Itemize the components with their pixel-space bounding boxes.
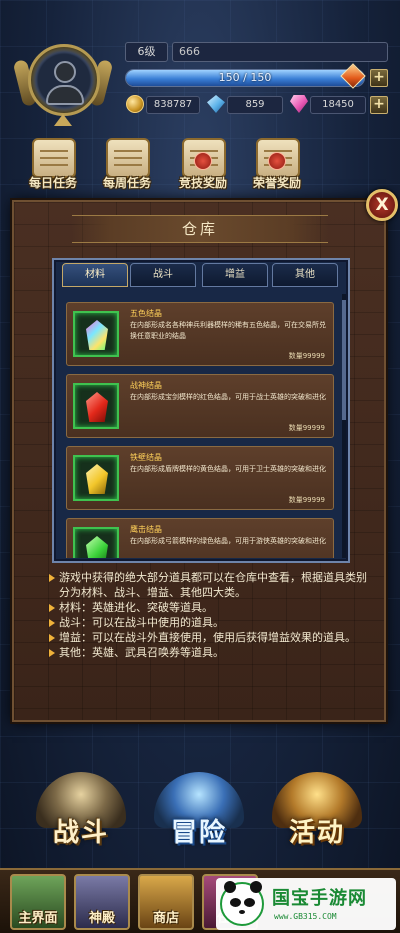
item-desc: 在内部形成盾牌模样的黄色结晶，可用于卫士英雄的突破和进化 bbox=[130, 465, 326, 473]
item-desc: 在内部形成名各种神兵利器模样的稀有五色结晶，可在交易所兑换任意职业的结晶 bbox=[130, 321, 326, 340]
crystal-count: 859 bbox=[227, 96, 283, 114]
coin-icon bbox=[126, 95, 144, 113]
bullet-icon bbox=[49, 634, 55, 642]
info-line: 战斗：可以在战斗中使用的道具。 bbox=[49, 615, 367, 630]
multi-gem-icon bbox=[86, 320, 108, 350]
add-diamond-button[interactable]: + bbox=[370, 96, 388, 114]
exp-text: 150 / 150 bbox=[218, 71, 272, 84]
panda-eye-icon bbox=[230, 898, 241, 907]
bullet-icon bbox=[49, 604, 55, 612]
player-level: 6级 bbox=[125, 42, 168, 62]
add-exp-button[interactable]: + bbox=[370, 69, 388, 87]
honor-reward-button[interactable]: 荣誉奖励 bbox=[244, 136, 310, 196]
seal-icon bbox=[194, 152, 212, 170]
avatar-ring bbox=[28, 44, 100, 116]
panda-ear-icon bbox=[250, 881, 262, 893]
item-list[interactable]: 五色结晶 在内部形成名各种神兵利器模样的稀有五色结晶，可在交易所兑换任意职业的结… bbox=[60, 294, 338, 558]
task-label: 竞技奖励 bbox=[178, 176, 227, 190]
site-watermark: 国宝手游网 www.GB315.COM bbox=[216, 878, 396, 930]
events-button[interactable]: 活动 bbox=[264, 772, 370, 856]
avatar-body-icon bbox=[46, 85, 84, 105]
diamond-count: 18450 bbox=[310, 96, 366, 114]
tab-materials[interactable]: 材料 bbox=[62, 263, 128, 287]
coin-count: 838787 bbox=[146, 96, 200, 114]
list-item[interactable]: 铁壁结晶 在内部形成盾牌模样的黄色结晶，可用于卫士英雄的突破和进化 数量9999… bbox=[66, 446, 334, 510]
battle-button[interactable]: 战斗 bbox=[28, 772, 134, 856]
info-text: 游戏中获得的绝大部分道具都可以在仓库中查看，根据道具类别分为材料、战斗、增益、其… bbox=[49, 570, 367, 660]
item-name: 铁壁结晶 bbox=[130, 453, 162, 462]
yellow-gem-icon bbox=[86, 464, 108, 494]
nav-shop[interactable]: 商店 bbox=[138, 874, 194, 930]
item-qty: 数量99999 bbox=[288, 352, 325, 360]
nav-label: 商店 bbox=[152, 911, 179, 926]
player-avatar[interactable] bbox=[8, 38, 116, 128]
battle-label: 战斗 bbox=[52, 818, 109, 848]
item-icon-frame bbox=[73, 527, 119, 558]
item-icon-frame bbox=[73, 383, 119, 429]
task-label: 荣誉奖励 bbox=[252, 176, 301, 190]
green-gem-icon bbox=[86, 536, 108, 558]
item-icon-frame bbox=[73, 311, 119, 357]
panda-logo-icon bbox=[220, 881, 264, 926]
watermark-name: 国宝手游网 bbox=[272, 888, 367, 909]
info-text-line: 增益：可以在战斗外直接使用，使用后获得增益效果的道具。 bbox=[59, 631, 356, 644]
info-line: 游戏中获得的绝大部分道具都可以在仓库中查看，根据道具类别分为材料、战斗、增益、其… bbox=[49, 570, 367, 600]
list-item[interactable]: 战神结晶 在内部形成宝剑模样的红色结晶，可用于战士英雄的突破和进化 数量9999… bbox=[66, 374, 334, 438]
avatar-crest-icon bbox=[54, 114, 72, 126]
avatar-head-icon bbox=[54, 61, 76, 83]
panda-eye-icon bbox=[244, 898, 255, 907]
tab-other[interactable]: 其他 bbox=[272, 263, 338, 287]
info-text-line: 游戏中获得的绝大部分道具都可以在仓库中查看，根据道具类别分为材料、战斗、增益、其… bbox=[59, 571, 367, 599]
arena-reward-button[interactable]: 竞技奖励 bbox=[170, 136, 236, 196]
item-name: 五色结晶 bbox=[130, 309, 162, 318]
scrollbar-thumb[interactable] bbox=[342, 300, 346, 420]
item-qty: 数量99999 bbox=[288, 496, 325, 504]
tab-buff[interactable]: 增益 bbox=[202, 263, 268, 287]
item-qty: 数量99999 bbox=[288, 424, 325, 432]
adventure-button[interactable]: 冒险 bbox=[146, 772, 252, 856]
info-text-line: 战斗：可以在战斗中使用的道具。 bbox=[59, 616, 224, 629]
daily-task-button[interactable]: 每日任务 bbox=[20, 136, 86, 196]
seal-icon bbox=[268, 152, 286, 170]
info-line: 材料：英雄进化、突破等道具。 bbox=[49, 600, 367, 615]
info-text-line: 材料：英雄进化、突破等道具。 bbox=[59, 601, 213, 614]
adventure-label: 冒险 bbox=[170, 818, 227, 848]
close-button[interactable]: X bbox=[366, 189, 398, 221]
info-text-line: 其他：英雄、武具召唤券等道具。 bbox=[59, 646, 224, 659]
red-gem-icon bbox=[86, 392, 108, 422]
item-name: 战神结晶 bbox=[130, 381, 162, 390]
scroll-icon bbox=[32, 138, 76, 178]
list-item[interactable]: 鹰击结晶 在内部形成弓箭模样的绿色结晶，可用于游侠英雄的突破和进化 bbox=[66, 518, 334, 558]
item-icon-frame bbox=[73, 455, 119, 501]
bullet-icon bbox=[49, 649, 55, 657]
info-line: 增益：可以在战斗外直接使用，使用后获得增益效果的道具。 bbox=[49, 630, 367, 645]
panda-ear-icon bbox=[224, 881, 236, 893]
bullet-icon bbox=[49, 619, 55, 627]
task-label: 每周任务 bbox=[102, 176, 151, 190]
scroll-icon bbox=[106, 138, 150, 178]
bullet-icon bbox=[49, 574, 55, 582]
nav-label: 神殿 bbox=[88, 911, 115, 926]
item-name: 鹰击结晶 bbox=[130, 525, 162, 534]
item-desc: 在内部形成宝剑模样的红色结晶，可用于战士英雄的突破和进化 bbox=[130, 393, 326, 401]
list-item[interactable]: 五色结晶 在内部形成名各种神兵利器模样的稀有五色结晶，可在交易所兑换任意职业的结… bbox=[66, 302, 334, 366]
dialog-title: 仓库 bbox=[72, 215, 328, 243]
panda-nose-icon bbox=[239, 910, 245, 914]
nav-temple[interactable]: 神殿 bbox=[74, 874, 130, 930]
events-label: 活动 bbox=[288, 818, 345, 848]
nav-main-screen[interactable]: 主界面 bbox=[10, 874, 66, 930]
info-line: 其他：英雄、武具召唤券等道具。 bbox=[49, 645, 367, 660]
tab-battle[interactable]: 战斗 bbox=[130, 263, 196, 287]
weekly-task-button[interactable]: 每周任务 bbox=[94, 136, 160, 196]
exp-bar: 150 / 150 bbox=[125, 69, 365, 87]
task-label: 每日任务 bbox=[28, 176, 77, 190]
item-desc: 在内部形成弓箭模样的绿色结晶，可用于游侠英雄的突破和进化 bbox=[130, 537, 326, 545]
nav-label: 主界面 bbox=[18, 911, 58, 926]
player-name: 666 bbox=[172, 42, 388, 62]
watermark-url: www.GB315.COM bbox=[274, 912, 337, 921]
